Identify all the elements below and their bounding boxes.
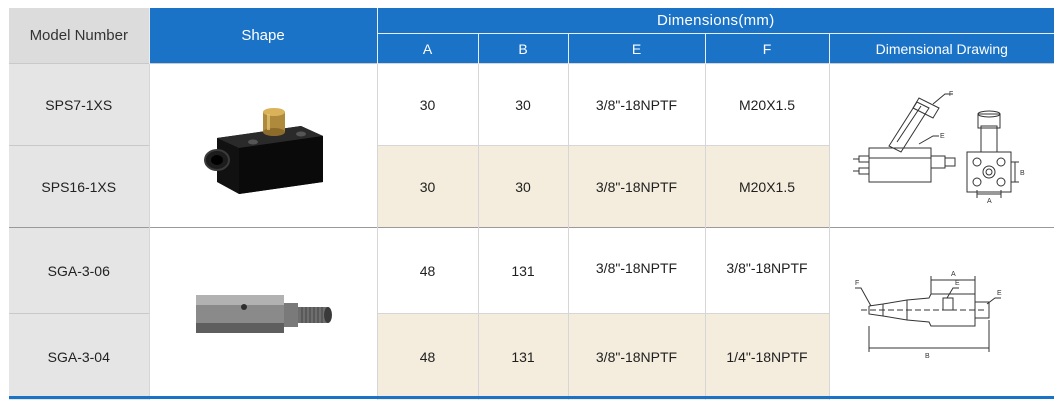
drawing-label-b: B bbox=[1020, 170, 1025, 177]
value-e: 3/8"-18NPTF bbox=[567, 63, 705, 146]
drawing-label-e: E bbox=[955, 280, 960, 287]
model-number: SGA-3-06 bbox=[9, 227, 149, 314]
value-a: 30 bbox=[376, 63, 478, 146]
value-b: 30 bbox=[477, 63, 568, 146]
table-row: SPS7-1XS 30 30 3/8"-18NPTF M20X1.5 F E B… bbox=[9, 63, 1054, 228]
value-a: 48 bbox=[376, 313, 478, 400]
value-f: 3/8"-18NPTF bbox=[704, 227, 829, 314]
pressure-switch-block-image bbox=[204, 107, 323, 194]
header-col-a: A bbox=[376, 33, 478, 64]
product-image-sga bbox=[148, 227, 377, 400]
header-col-b: B bbox=[477, 33, 568, 64]
sga-technical-drawing: F E E A B bbox=[854, 271, 1002, 360]
value-f: M20X1.5 bbox=[704, 63, 829, 146]
model-number: SPS7-1XS bbox=[9, 63, 149, 146]
drawing-label-b: B bbox=[925, 353, 930, 360]
model-number: SPS16-1XS bbox=[9, 145, 149, 228]
sps-technical-drawing: F E B A bbox=[852, 91, 1025, 205]
header-col-e: E bbox=[567, 33, 705, 64]
value-f: M20X1.5 bbox=[704, 145, 829, 228]
drawing-label-a: A bbox=[987, 198, 992, 205]
drawing-label-e: E bbox=[997, 290, 1002, 297]
drawing-label-a: A bbox=[951, 271, 956, 278]
model-number: SGA-3-04 bbox=[9, 313, 149, 400]
header-model-number: Model Number bbox=[9, 8, 149, 64]
value-b: 30 bbox=[477, 145, 568, 228]
value-b: 131 bbox=[477, 313, 568, 400]
value-a: 48 bbox=[376, 227, 478, 314]
header-col-f: F bbox=[704, 33, 829, 64]
value-f: 1/4"-18NPTF bbox=[704, 313, 829, 400]
gauge-adapter-image bbox=[196, 294, 332, 333]
value-b: 131 bbox=[477, 227, 568, 314]
value-e: 3/8"-18NPTF bbox=[567, 227, 705, 314]
product-image-sps bbox=[148, 63, 377, 228]
value-e: 3/8"-18NPTF bbox=[567, 145, 705, 228]
spec-table: Model Number Shape Dimensions(mm) A B E … bbox=[9, 8, 1054, 400]
value-a: 30 bbox=[376, 145, 478, 228]
drawing-label-f: F bbox=[855, 280, 859, 287]
value-e: 3/8"-18NPTF bbox=[567, 313, 705, 400]
table-row: SGA-3-06 48 131 3/8"-18NPTF 3/8"-18NPTF … bbox=[9, 227, 1054, 400]
header-dimensions: Dimensions(mm) bbox=[376, 8, 1054, 35]
dimensional-drawing-sga: F E E A B bbox=[828, 227, 1054, 400]
drawing-label-e: E bbox=[940, 133, 945, 140]
header-shape: Shape bbox=[148, 8, 377, 64]
header-dimensional-drawing: Dimensional Drawing bbox=[828, 33, 1054, 64]
bottom-rule bbox=[9, 396, 1054, 399]
drawing-label-f: F bbox=[949, 91, 953, 98]
dimensional-drawing-sps: F E B A bbox=[828, 63, 1054, 228]
